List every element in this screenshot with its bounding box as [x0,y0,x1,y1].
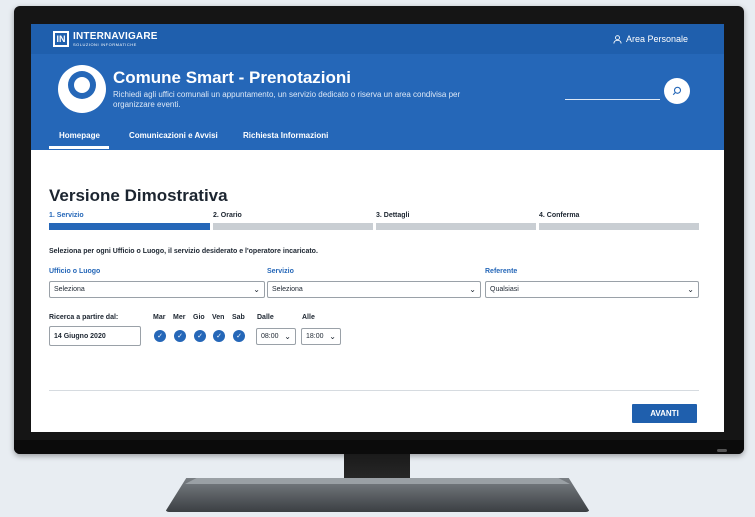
step-bar-orario [213,223,373,230]
ricerca-date-input[interactable]: 14 Giugno 2020 [49,326,141,346]
servizio-select[interactable]: Seleziona ⌄ [267,281,481,298]
main-nav: Homepage Comunicazioni e Avvisi Richiest… [31,124,724,150]
check-icon: ✓ [197,333,203,340]
avanti-button[interactable]: AVANTI [632,404,697,423]
search-icon [672,86,682,96]
comune-smart-logo-icon [58,65,106,113]
dalle-select[interactable]: 08:00 ⌄ [256,328,296,345]
referente-label: Referente [485,268,518,275]
check-icon: ✓ [177,333,183,340]
nav-active-indicator [49,146,109,149]
alle-label: Alle [302,314,315,321]
form-divider [49,390,699,391]
servizio-label: Servizio [267,268,294,275]
check-icon: ✓ [236,333,242,340]
day-checkbox-ven[interactable]: ✓ [213,330,225,342]
area-personale-label: Area Personale [625,34,688,44]
day-label-gio: Gio [193,314,205,321]
search-button[interactable] [664,78,690,104]
servizio-select-value: Seleziona [272,286,303,293]
ricerca-date-value: 14 Giugno 2020 [54,333,106,340]
nav-homepage[interactable]: Homepage [59,131,100,140]
top-bar: IN INTERNAVIGARE SOLUZIONI INFORMATICHE … [31,24,724,54]
alle-select[interactable]: 18:00 ⌄ [301,328,341,345]
step-conferma: 4. Conferma [539,212,580,219]
day-label-mar: Mar [153,314,166,321]
day-label-mer: Mer [173,314,186,321]
ufficio-select[interactable]: Seleziona ⌄ [49,281,265,298]
day-label-sab: Sab [232,314,245,321]
form-title: Versione Dimostrativa [49,186,228,205]
internavigare-logo[interactable]: IN INTERNAVIGARE SOLUZIONI INFORMATICHE [53,31,158,47]
dalle-select-value: 08:00 [261,333,279,340]
tv-bottom-bezel [14,440,744,454]
ufficio-label: Ufficio o Luogo [49,268,101,275]
logo-mark: IN [53,31,69,47]
day-checkbox-mer[interactable]: ✓ [174,330,186,342]
area-personale-link[interactable]: Area Personale [613,34,688,44]
day-label-ven: Ven [212,314,225,321]
check-icon: ✓ [157,333,163,340]
logo-name: INTERNAVIGARE [73,30,158,42]
dalle-label: Dalle [257,314,274,321]
chevron-down-icon: ⌄ [253,285,260,294]
check-icon: ✓ [216,333,222,340]
nav-comunicazioni-avvisi[interactable]: Comunicazioni e Avvisi [129,131,218,140]
alle-select-value: 18:00 [306,333,324,340]
form-instructions: Seleziona per ogni Ufficio o Luogo, il s… [49,248,318,255]
step-bar-servizio [49,223,210,230]
tv-screen: IN INTERNAVIGARE SOLUZIONI INFORMATICHE … [31,24,724,432]
search-input[interactable] [565,99,660,100]
day-checkbox-mar[interactable]: ✓ [154,330,166,342]
page-subtitle: Richiedi agli uffici comunali un appunta… [113,90,461,109]
chevron-down-icon: ⌄ [284,332,291,341]
chevron-down-icon: ⌄ [687,285,694,294]
step-orario: 2. Orario [213,212,242,219]
chevron-down-icon: ⌄ [469,285,476,294]
day-checkbox-sab[interactable]: ✓ [233,330,245,342]
ricerca-label: Ricerca a partire dal: [49,314,119,321]
step-bar-conferma [539,223,699,230]
referente-select-value: Qualsiasi [490,286,519,293]
chevron-down-icon: ⌄ [329,332,336,341]
day-checkbox-gio[interactable]: ✓ [194,330,206,342]
page-title: Comune Smart - Prenotazioni [113,68,352,87]
step-bar-dettagli [376,223,536,230]
step-dettagli: 3. Dettagli [376,212,410,219]
ufficio-select-value: Seleziona [54,286,85,293]
logo-subtitle: SOLUZIONI INFORMATICHE [73,41,137,47]
nav-richiesta-informazioni[interactable]: Richiesta Informazioni [243,131,328,140]
user-icon [613,34,622,44]
referente-select[interactable]: Qualsiasi ⌄ [485,281,699,298]
hero-banner: Comune Smart - Prenotazioni Richiedi agl… [31,54,724,124]
tv-power-led [717,449,727,452]
tv-stand-base-highlight [185,478,570,484]
step-servizio: 1. Servizio [49,212,84,219]
